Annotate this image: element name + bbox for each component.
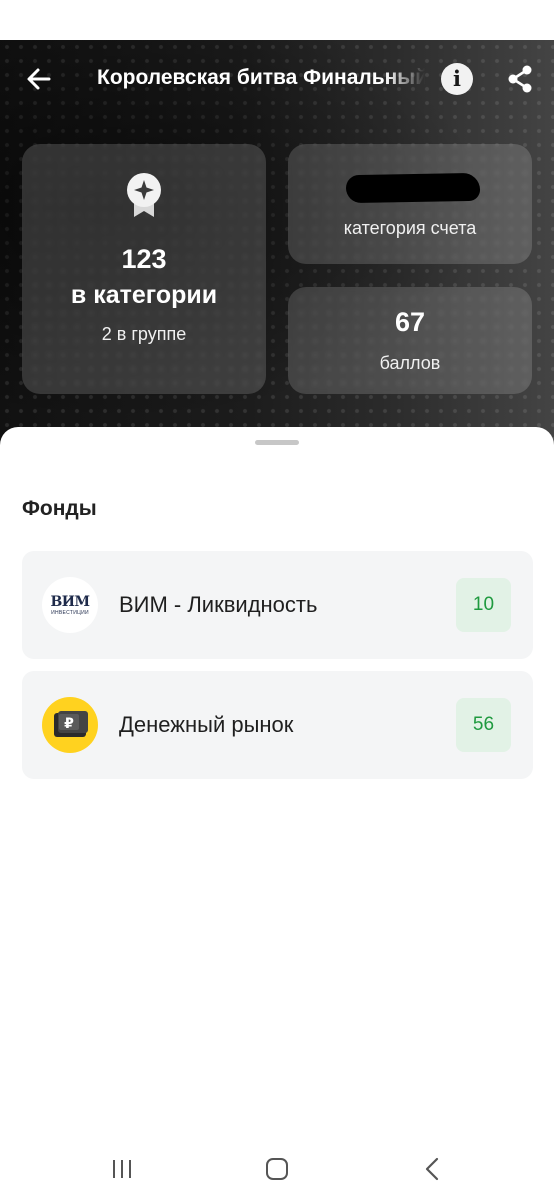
sheet-drag-handle[interactable]: [255, 440, 299, 445]
bottom-sheet: Фонды ВИМ ИНВЕСТИЦИИ ВИМ - Ликвидность 1…: [0, 427, 554, 1200]
fund-count-badge: 10: [456, 578, 511, 632]
arrow-left-icon[interactable]: [22, 62, 56, 96]
fund-name: ВИМ - Ликвидность: [119, 592, 318, 617]
fund-count-badge: 56: [456, 698, 511, 752]
system-navigation-bar: [0, 1140, 554, 1200]
redacted-account-value: [345, 172, 481, 204]
ruble-wallet-icon: ₽: [42, 697, 98, 753]
rank-card[interactable]: 123 в категории 2 в группе: [22, 144, 266, 394]
page-title: Королевская битва Финальный: [97, 66, 425, 89]
points-value: 67: [394, 307, 426, 337]
back-icon[interactable]: [420, 1156, 444, 1182]
account-category-label: категория счета: [343, 218, 477, 238]
points-label: баллов: [379, 353, 441, 373]
share-icon[interactable]: [505, 64, 535, 94]
fund-row[interactable]: ₽ Денежный рынок 56: [22, 671, 533, 779]
vim-logo-subtext: ИНВЕСТИЦИИ: [51, 610, 89, 616]
home-icon[interactable]: [265, 1157, 289, 1181]
tournament-header: Королевская битва Финальный i 123 в кате…: [0, 40, 554, 460]
top-app-bar: Королевская битва Финальный i: [0, 40, 554, 118]
section-title: Фонды: [22, 497, 97, 520]
rank-label: в категории: [70, 281, 218, 309]
medal-star-icon: [127, 173, 161, 217]
fund-name: Денежный рынок: [119, 712, 294, 737]
svg-text:₽: ₽: [64, 716, 74, 732]
account-category-card[interactable]: категория счета: [288, 144, 532, 264]
vim-logo-text: ВИМ: [50, 594, 90, 610]
group-rank: 2 в группе: [101, 324, 187, 344]
rank-value: 123: [121, 244, 167, 274]
points-card[interactable]: 67 баллов: [288, 287, 532, 394]
status-bar: [0, 0, 554, 40]
info-button[interactable]: i: [441, 63, 473, 95]
fund-row[interactable]: ВИМ ИНВЕСТИЦИИ ВИМ - Ликвидность 10: [22, 551, 533, 659]
vim-logo: ВИМ ИНВЕСТИЦИИ: [42, 577, 98, 633]
recents-icon[interactable]: [110, 1158, 134, 1180]
